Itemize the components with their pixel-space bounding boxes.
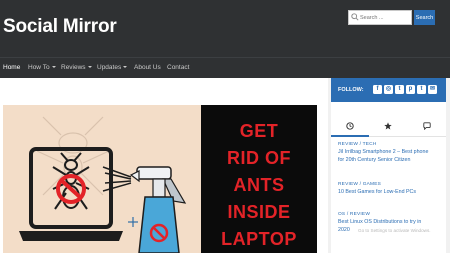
post-title-line: for 20th Century Senior Citizen: [338, 156, 411, 163]
sidebar-tabs: [331, 117, 446, 137]
headline-line: LAPTOP: [221, 229, 297, 249]
page: Social Mirror Search Home How To Reviews…: [0, 0, 450, 253]
email-icon[interactable]: ✉: [428, 85, 437, 94]
chevron-down-icon: [51, 66, 56, 69]
nav-item-updates[interactable]: Updates: [97, 64, 128, 71]
nav-item-how-to[interactable]: How To: [28, 64, 56, 71]
sidebar: FOLLOW: f ◎ t p t ✉ REVIEW / TECH JiI Ir…: [331, 78, 446, 253]
tab-recent[interactable]: [331, 117, 369, 137]
sidebar-post[interactable]: REVIEW / GAMES 10 Best Games for Low-End…: [338, 182, 446, 197]
facebook-icon[interactable]: f: [373, 85, 382, 94]
featured-illustration: [3, 105, 201, 253]
site-header: Social Mirror Search: [0, 0, 450, 57]
star-icon: [384, 122, 392, 130]
post-title-line: JiI Irrilbag Smartphone 2 – Best phone: [338, 149, 429, 155]
nav-item-about-us[interactable]: About Us: [134, 64, 161, 71]
tumblr-icon[interactable]: t: [417, 85, 426, 94]
post-category[interactable]: REVIEW / TECH: [338, 142, 446, 147]
search-button[interactable]: Search: [414, 10, 435, 25]
featured-headline-panel: GET RID OF ANTS INSIDE LAPTOP: [201, 105, 317, 253]
nav-item-label: Reviews: [61, 64, 86, 71]
post-category[interactable]: REVIEW / GAMES: [338, 182, 446, 187]
activation-watermark: Go to Settings to activate Windows.: [358, 228, 431, 233]
nav-item-reviews[interactable]: Reviews: [61, 64, 92, 71]
content-area: GET RID OF ANTS INSIDE LAPTOP FOLLOW: f …: [0, 78, 450, 253]
nav-item-home[interactable]: Home: [3, 64, 20, 71]
chevron-down-icon: [87, 66, 92, 69]
sidebar-post[interactable]: REVIEW / TECH JiI Irrilbag Smartphone 2 …: [338, 142, 446, 164]
main-nav: Home How To Reviews Updates About Us Con…: [0, 57, 450, 78]
site-title[interactable]: Social Mirror: [3, 16, 117, 38]
pinterest-icon[interactable]: p: [406, 85, 415, 94]
post-title-line: Best Linux OS Distributions to try in: [338, 219, 422, 225]
headline-line: ANTS: [233, 175, 285, 195]
post-category[interactable]: OS / REVIEW: [338, 212, 446, 217]
featured-image[interactable]: GET RID OF ANTS INSIDE LAPTOP: [3, 105, 317, 253]
post-title[interactable]: JiI Irrilbag Smartphone 2 – Best phone f…: [338, 149, 446, 164]
search-icon: [351, 13, 359, 21]
comment-icon: [423, 122, 431, 130]
laptop-ant-illustration: [19, 116, 187, 253]
headline-line: GET: [239, 121, 279, 141]
nav-item-label: Updates: [97, 64, 122, 71]
tab-comments[interactable]: [408, 117, 446, 137]
chevron-down-icon: [123, 66, 128, 69]
instagram-icon[interactable]: ◎: [384, 85, 393, 94]
follow-label: FOLLOW:: [338, 87, 364, 93]
twitter-icon[interactable]: t: [395, 85, 404, 94]
headline-line: RID OF: [227, 148, 291, 168]
main-column: GET RID OF ANTS INSIDE LAPTOP: [0, 78, 328, 253]
nav-item-contact[interactable]: Contact: [167, 64, 189, 71]
post-title-line: 10 Best Games for Low-End PCs: [338, 189, 417, 195]
tab-popular[interactable]: [369, 117, 407, 137]
clock-icon: [346, 122, 354, 130]
headline-line: INSIDE: [227, 202, 291, 222]
nav-item-label: How To: [28, 64, 50, 71]
follow-bar: FOLLOW: f ◎ t p t ✉: [331, 78, 446, 102]
post-title[interactable]: 10 Best Games for Low-End PCs: [338, 189, 446, 197]
